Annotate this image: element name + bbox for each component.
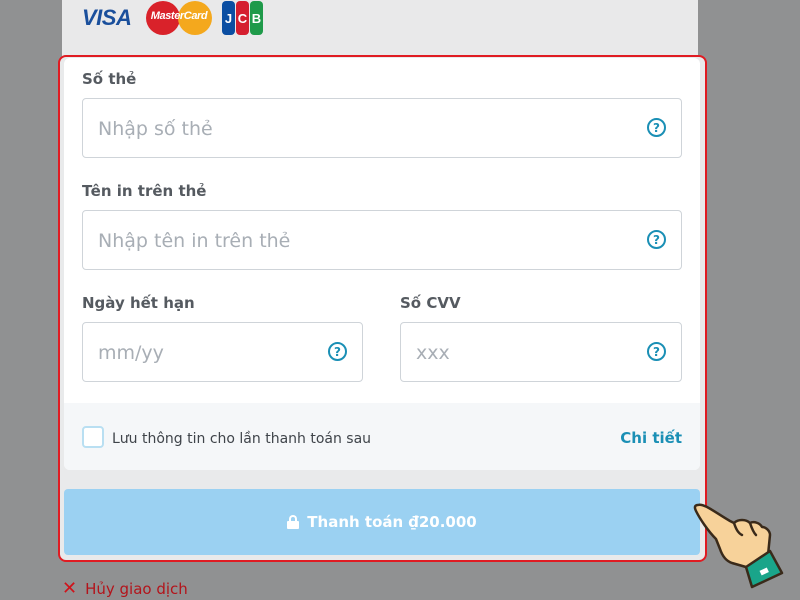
expiry-input[interactable]: mm/yy ? bbox=[82, 322, 363, 382]
card-name-input[interactable]: Nhập tên in trên thẻ ? bbox=[82, 210, 682, 270]
details-link[interactable]: Chi tiết bbox=[620, 429, 682, 447]
save-info-label: Lưu thông tin cho lần thanh toán sau bbox=[112, 431, 372, 447]
help-icon[interactable]: ? bbox=[328, 342, 347, 361]
card-logos: VISA MasterCard J C B bbox=[82, 0, 263, 36]
card-number-placeholder: Nhập số thẻ bbox=[98, 118, 213, 140]
help-icon[interactable]: ? bbox=[647, 118, 666, 137]
cvv-input[interactable]: xxx ? bbox=[400, 322, 682, 382]
save-info-checkbox[interactable] bbox=[82, 426, 104, 448]
mastercard-logo: MasterCard bbox=[146, 1, 214, 35]
cancel-transaction-link[interactable]: ✕ Hủy giao dịch bbox=[62, 578, 188, 599]
card-name-label: Tên in trên thẻ bbox=[82, 182, 207, 200]
expiry-label: Ngày hết hạn bbox=[82, 294, 195, 312]
cvv-placeholder: xxx bbox=[416, 342, 450, 364]
lock-icon bbox=[287, 515, 300, 529]
jcb-logo-j: J bbox=[222, 1, 235, 35]
help-icon[interactable]: ? bbox=[647, 230, 666, 249]
mastercard-logo-text: MasterCard bbox=[150, 10, 208, 22]
card-number-input[interactable]: Nhập số thẻ ? bbox=[82, 98, 682, 158]
cvv-label: Số CVV bbox=[400, 294, 461, 312]
card-number-label: Số thẻ bbox=[82, 70, 137, 88]
card-name-placeholder: Nhập tên in trên thẻ bbox=[98, 230, 291, 252]
close-icon: ✕ bbox=[62, 578, 78, 599]
help-icon[interactable]: ? bbox=[647, 342, 666, 361]
jcb-logo: J C B bbox=[222, 1, 263, 35]
jcb-logo-b: B bbox=[250, 1, 263, 35]
expiry-placeholder: mm/yy bbox=[98, 342, 164, 364]
pointing-hand-icon bbox=[693, 503, 784, 589]
visa-logo: VISA bbox=[82, 5, 132, 30]
save-info-row: Lưu thông tin cho lần thanh toán sau Chi… bbox=[64, 403, 700, 470]
cancel-transaction-label: Hủy giao dịch bbox=[85, 580, 188, 598]
pay-button[interactable]: Thanh toán ₫20.000 bbox=[64, 489, 700, 555]
pay-button-label: Thanh toán ₫20.000 bbox=[307, 513, 477, 531]
jcb-logo-c: C bbox=[236, 1, 249, 35]
